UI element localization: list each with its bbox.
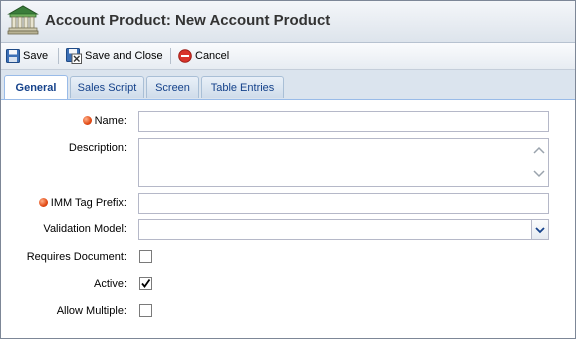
- dialog-window: Account Product: New Account Product Sav…: [0, 0, 576, 339]
- allow-multiple-checkbox[interactable]: [139, 304, 152, 317]
- validation-model-label: Validation Model:: [43, 223, 127, 235]
- description-label: Description:: [68, 142, 127, 154]
- tab-screen[interactable]: Screen: [146, 76, 199, 98]
- active-checkbox[interactable]: [139, 277, 152, 290]
- description-textarea[interactable]: [138, 138, 549, 187]
- save-and-close-label: Save and Close: [85, 50, 163, 62]
- chevron-down-icon: [535, 226, 545, 233]
- checkmark-icon: [141, 278, 151, 288]
- active-label: Active:: [93, 278, 127, 290]
- save-button[interactable]: Save: [6, 47, 48, 65]
- requires-document-checkbox[interactable]: [139, 250, 152, 263]
- cancel-label: Cancel: [195, 50, 230, 62]
- toolbar: Save Save and Close Cancel: [1, 43, 575, 70]
- scroll-down-icon[interactable]: [533, 169, 545, 179]
- save-close-icon: [66, 48, 82, 64]
- save-and-close-button[interactable]: Save and Close: [66, 47, 163, 65]
- cancel-icon: [178, 49, 192, 63]
- scroll-up-icon[interactable]: [533, 145, 545, 155]
- allow-multiple-label: Allow Multiple:: [56, 305, 127, 317]
- tab-strip: General Sales Script Screen Table Entrie…: [1, 70, 575, 100]
- imm-tag-prefix-input[interactable]: [138, 193, 549, 214]
- window-title: Account Product: New Account Product: [45, 12, 331, 29]
- name-label: Name:: [61, 115, 127, 127]
- tab-sales-script[interactable]: Sales Script: [70, 76, 144, 98]
- save-icon: [6, 49, 20, 63]
- title-bar: Account Product: New Account Product: [1, 1, 575, 43]
- tab-general[interactable]: General: [4, 75, 68, 99]
- tab-table-entries[interactable]: Table Entries: [201, 76, 284, 98]
- requires-document-label: Requires Document:: [26, 251, 127, 263]
- cancel-button[interactable]: Cancel: [178, 47, 229, 65]
- required-icon: [82, 116, 92, 125]
- dropdown-trigger[interactable]: [531, 220, 548, 239]
- toolbar-separator: [170, 48, 171, 64]
- validation-model-select[interactable]: [138, 219, 549, 240]
- bank-icon: [7, 5, 39, 35]
- save-label: Save: [23, 50, 49, 62]
- name-input[interactable]: [138, 111, 549, 132]
- required-icon: [38, 198, 48, 207]
- imm-tag-prefix-label: IMM Tag Prefix:: [21, 197, 127, 209]
- toolbar-separator: [58, 48, 59, 64]
